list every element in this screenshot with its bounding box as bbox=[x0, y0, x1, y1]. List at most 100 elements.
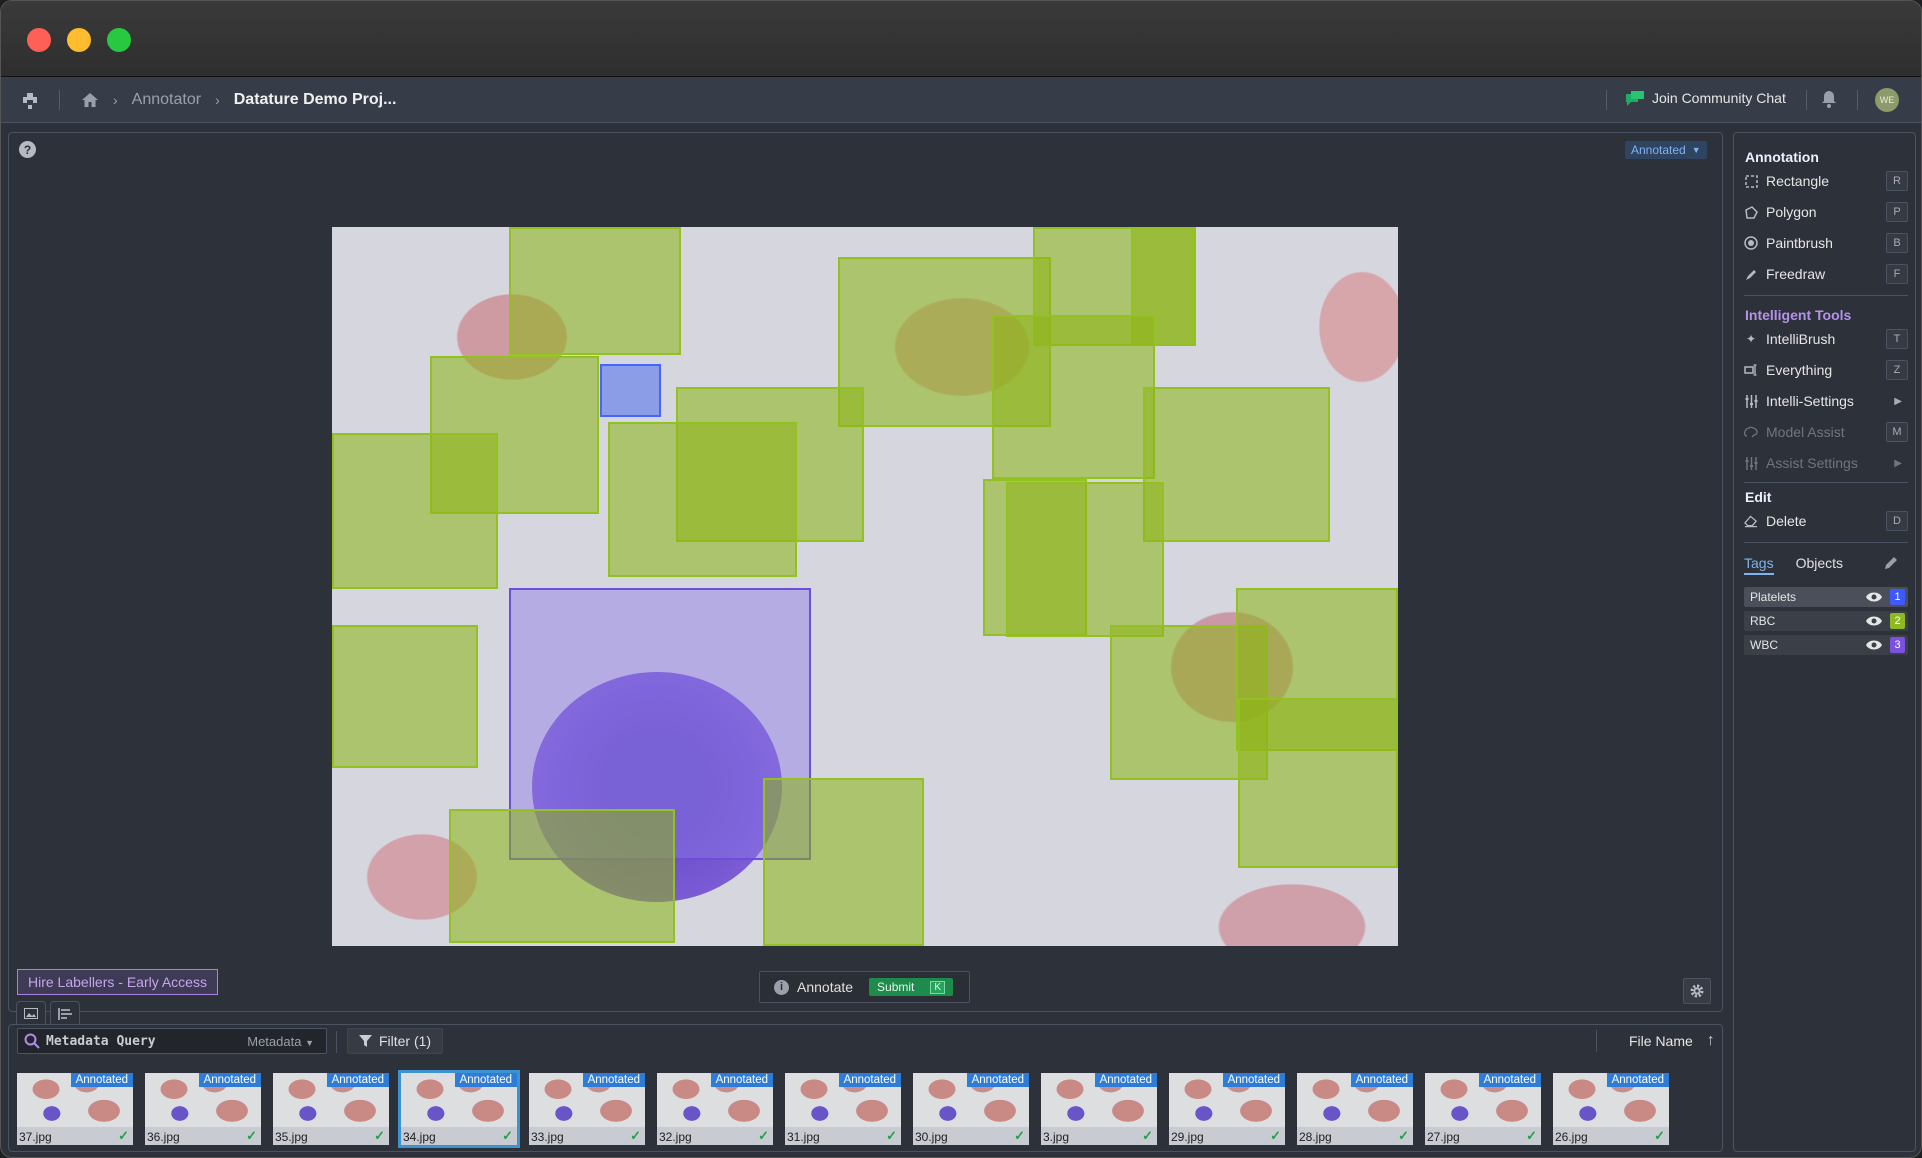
annotation-heading: Annotation bbox=[1745, 149, 1819, 165]
thumbnail-item[interactable]: Annotated 28.jpg ✓ bbox=[1297, 1073, 1413, 1145]
app-window: › Annotator › Datature Demo Proj... Join… bbox=[0, 0, 1922, 1158]
bbox-rbc[interactable] bbox=[607, 421, 797, 577]
filter-button[interactable]: Filter (1) bbox=[347, 1028, 443, 1054]
sort-control[interactable]: File Name ↑ bbox=[1596, 1028, 1715, 1054]
edit-tags-pencil-icon[interactable] bbox=[1884, 556, 1898, 570]
datature-logo-icon[interactable] bbox=[19, 89, 41, 111]
thumbnail-strip: Annotated 37.jpg ✓ Annotated 36.jpg ✓ Annotate… bbox=[17, 1070, 1669, 1148]
thumbnail-item[interactable]: Annotated 35.jpg ✓ bbox=[273, 1073, 389, 1145]
top-nav: › Annotator › Datature Demo Proj... Join… bbox=[1, 77, 1921, 123]
tag-row-rbc[interactable]: RBC 2 bbox=[1744, 611, 1908, 631]
check-icon: ✓ bbox=[630, 1128, 641, 1143]
thumbnail-filename: 35.jpg bbox=[275, 1130, 308, 1144]
tool-polygon[interactable]: Polygon P bbox=[1744, 201, 1908, 223]
thumbnail-filename: 30.jpg bbox=[915, 1130, 948, 1144]
thumbnail-item[interactable]: Annotated 3.jpg ✓ bbox=[1041, 1073, 1157, 1145]
info-icon[interactable]: i bbox=[774, 979, 789, 995]
metadata-search-input[interactable]: Metadata Query Metadata ▼ bbox=[17, 1028, 327, 1054]
thumbnail-item[interactable]: Annotated 26.jpg ✓ bbox=[1553, 1073, 1669, 1145]
tool-freedraw[interactable]: Freedraw F bbox=[1744, 263, 1908, 285]
tool-label: IntelliBrush bbox=[1766, 331, 1836, 347]
bbox-rbc[interactable] bbox=[762, 778, 924, 946]
thumbnail-item[interactable]: Annotated 29.jpg ✓ bbox=[1169, 1073, 1285, 1145]
annotation-status-dropdown[interactable]: Annotated ▼ bbox=[1625, 141, 1707, 159]
tool-model-assist[interactable]: Model Assist M bbox=[1744, 421, 1908, 443]
thumbnail-item[interactable]: Annotated 33.jpg ✓ bbox=[529, 1073, 645, 1145]
bbox-rbc[interactable] bbox=[509, 227, 682, 355]
bbox-rbc[interactable] bbox=[332, 432, 498, 589]
divider bbox=[1744, 295, 1908, 296]
join-community-chat-button[interactable]: Join Community Chat bbox=[1626, 90, 1786, 106]
bbox-rbc[interactable] bbox=[991, 315, 1156, 480]
submit-label: Submit bbox=[877, 980, 915, 994]
intelligent-tools-heading: Intelligent Tools bbox=[1745, 307, 1852, 323]
check-icon: ✓ bbox=[1398, 1128, 1409, 1143]
breadcrumb-annotator[interactable]: Annotator bbox=[132, 91, 201, 109]
tool-everything[interactable]: Everything Z bbox=[1744, 359, 1908, 381]
home-icon[interactable] bbox=[81, 92, 99, 108]
tool-delete[interactable]: Delete D bbox=[1744, 510, 1908, 532]
shortcut-key: M bbox=[1886, 422, 1908, 442]
bbox-rbc[interactable] bbox=[332, 624, 479, 769]
thumbnail-filename: 28.jpg bbox=[1299, 1130, 1332, 1144]
shortcut-key: T bbox=[1886, 329, 1908, 349]
thumbnail-item[interactable]: Annotated 37.jpg ✓ bbox=[17, 1073, 133, 1145]
tool-intellibrush[interactable]: ✦ IntelliBrush T bbox=[1744, 328, 1908, 350]
tab-objects[interactable]: Objects bbox=[1796, 555, 1843, 575]
eye-icon[interactable] bbox=[1866, 640, 1882, 650]
tab-tags[interactable]: Tags bbox=[1744, 555, 1774, 575]
thumbnail-item[interactable]: Annotated 30.jpg ✓ bbox=[913, 1073, 1029, 1145]
eye-icon[interactable] bbox=[1866, 592, 1882, 602]
tab-list-view[interactable] bbox=[50, 1001, 80, 1025]
tab-image-view[interactable] bbox=[16, 1001, 46, 1025]
thumbnail-item[interactable]: Annotated 36.jpg ✓ bbox=[145, 1073, 261, 1145]
bbox-plt[interactable] bbox=[599, 363, 662, 417]
everything-icon bbox=[1744, 364, 1758, 376]
check-icon: ✓ bbox=[118, 1128, 129, 1143]
minimize-window-button[interactable] bbox=[67, 28, 91, 52]
thumbnail-item[interactable]: Annotated 34.jpg ✓ bbox=[398, 1070, 520, 1148]
tag-row-wbc[interactable]: WBC 3 bbox=[1744, 635, 1908, 655]
submit-button[interactable]: Submit K bbox=[869, 978, 954, 996]
tool-paintbrush[interactable]: Paintbrush B bbox=[1744, 232, 1908, 254]
bbox-rbc[interactable] bbox=[449, 808, 676, 943]
close-window-button[interactable] bbox=[27, 28, 51, 52]
arrow-up-icon[interactable]: ↑ bbox=[1707, 1032, 1715, 1050]
tag-row-platelets[interactable]: Platelets 1 bbox=[1744, 587, 1908, 607]
thumbnail-filename: 36.jpg bbox=[147, 1130, 180, 1144]
thumbnail-filename: 32.jpg bbox=[659, 1130, 692, 1144]
check-icon: ✓ bbox=[1654, 1128, 1665, 1143]
divider bbox=[1744, 542, 1908, 543]
tool-label: Model Assist bbox=[1766, 424, 1845, 440]
submenu-arrow-icon: ▶ bbox=[1894, 457, 1902, 469]
status-badge: Annotated bbox=[710, 1073, 773, 1087]
search-mode-value: Metadata bbox=[247, 1033, 302, 1049]
help-icon[interactable]: ? bbox=[19, 141, 36, 158]
bbox-rbc[interactable] bbox=[1143, 386, 1330, 542]
search-mode-select[interactable]: Metadata ▼ bbox=[247, 1034, 314, 1049]
bell-icon[interactable] bbox=[1821, 90, 1837, 108]
hire-labellers-button[interactable]: Hire Labellers - Early Access bbox=[17, 969, 218, 995]
status-badge: Annotated bbox=[1222, 1073, 1285, 1087]
sliders-icon bbox=[1744, 456, 1758, 470]
settings-button[interactable] bbox=[1683, 978, 1711, 1004]
bbox-rbc[interactable] bbox=[1006, 481, 1164, 637]
breadcrumb-project[interactable]: Datature Demo Proj... bbox=[234, 91, 397, 109]
tool-intelli-settings[interactable]: Intelli-Settings ▶ bbox=[1744, 390, 1908, 412]
bbox-rbc[interactable] bbox=[1237, 698, 1398, 868]
filter-icon bbox=[358, 1034, 372, 1047]
tool-assist-settings[interactable]: Assist Settings ▶ bbox=[1744, 452, 1908, 474]
avatar[interactable]: WE bbox=[1875, 88, 1899, 112]
zoom-window-button[interactable] bbox=[107, 28, 131, 52]
status-badge: Annotated bbox=[70, 1073, 133, 1087]
thumbnail-item[interactable]: Annotated 27.jpg ✓ bbox=[1425, 1073, 1541, 1145]
thumbnail-item[interactable]: Annotated 32.jpg ✓ bbox=[657, 1073, 773, 1145]
thumbnail-item[interactable]: Annotated 31.jpg ✓ bbox=[785, 1073, 901, 1145]
annotation-image[interactable] bbox=[332, 227, 1398, 946]
caret-down-icon: ▼ bbox=[305, 1037, 314, 1048]
tool-rectangle[interactable]: Rectangle R bbox=[1744, 170, 1908, 192]
search-placeholder: Metadata Query bbox=[46, 1033, 156, 1049]
thumbnail-filename: 34.jpg bbox=[403, 1130, 436, 1144]
tool-label: Polygon bbox=[1766, 204, 1817, 220]
eye-icon[interactable] bbox=[1866, 616, 1882, 626]
